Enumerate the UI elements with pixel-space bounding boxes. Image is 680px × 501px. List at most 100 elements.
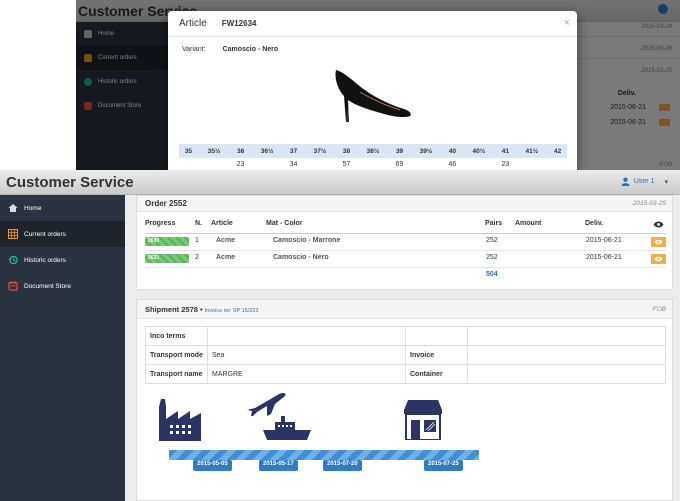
shipment-details-table: Inco terms Transport mode Sea Invoice Tr… (145, 326, 666, 384)
quantity-cell: 69 (395, 160, 404, 168)
table-row[interactable]: 2630 1 Acme Camoscio - Marrone 252 2015-… (145, 234, 666, 250)
quantity-cell: 34 (289, 160, 298, 168)
col-n: N. (195, 220, 202, 227)
main-content: Order 2552 2015-03-25 Progress N. Articl… (125, 195, 680, 501)
inco-terms-label: Inco terms (145, 326, 208, 346)
chevron-down-icon: ▾ (664, 178, 668, 186)
document-icon (8, 281, 18, 291)
col-pairs: Pairs (485, 220, 503, 227)
user-menu[interactable]: User 1 ▾ (621, 177, 668, 186)
table-row[interactable]: 2631 2 Acme Camoscio - Nero 252 2015-06-… (145, 251, 666, 267)
order-panel: Order 2552 2015-03-25 Progress N. Articl… (136, 195, 673, 290)
timeline-date: 2015-05-17 (259, 460, 298, 471)
size-cell: 38 (336, 144, 357, 158)
empty-cell (405, 326, 468, 346)
transport-name-label: Transport name (145, 364, 208, 384)
view-button[interactable] (651, 254, 666, 264)
sidebar-item-label: Current orders (24, 230, 66, 238)
col-progress: Progress (145, 220, 176, 227)
invoice-link[interactable]: Invoice no: SP 15/223 (205, 308, 259, 314)
row-deliv: 2015-06-21 (586, 254, 622, 261)
order-panel-header: Order 2552 2015-03-25 (137, 196, 672, 212)
timeline-date: 2015-07-20 (323, 460, 362, 471)
sidebar-item-label: Document Store (24, 282, 71, 290)
size-cell: 42 (548, 144, 567, 158)
sidebar-item-document-store[interactable]: Document Store (0, 273, 125, 299)
ship-icon (263, 416, 311, 440)
col-deliv: Deliv. (585, 220, 604, 227)
transport-name-value: MARGRE (207, 364, 406, 384)
progress-label: 2630 (148, 238, 160, 244)
size-cell: 40 (442, 144, 463, 158)
sidebar-item-label: Historic orders (24, 256, 66, 264)
size-cell: 38½ (356, 144, 390, 158)
shoe-image (335, 70, 411, 122)
details-row: Inco terms (145, 326, 666, 346)
size-grid: 35 35½ 36 36½ 37 37½ 38 38½ 39 39½ 40 40½ 41 41½ 42 23… (179, 144, 567, 170)
eye-icon (654, 256, 663, 262)
eye-icon (653, 221, 664, 228)
app-title: Customer Service (6, 174, 134, 191)
row-deliv: 2015-06-21 (586, 237, 622, 244)
details-row: Transport mode Sea Invoice (145, 345, 666, 365)
container-label: Container (405, 364, 468, 384)
transport-mode-label: Transport mode (145, 345, 208, 365)
shipment-panel-header: Shipment 2578 • Invoice no: SP 15/223 FOB (137, 300, 672, 319)
order-title: Order 2552 (145, 199, 187, 208)
quantity-cell: 57 (342, 160, 351, 168)
size-cell: 37½ (303, 144, 337, 158)
row-pairs: 252 (486, 254, 498, 261)
modal-title: Article (179, 18, 207, 29)
size-cell: 41 (495, 144, 516, 158)
shipment-title-row: Shipment 2578 • Invoice no: SP 15/223 (145, 305, 258, 314)
quantity-cell (251, 158, 284, 170)
bullet: • (200, 305, 203, 314)
progress-label: 2631 (148, 255, 160, 261)
inco-terms-value (207, 326, 406, 346)
quantity-cell (357, 158, 390, 170)
grid-icon (8, 229, 18, 239)
size-cell: 39 (389, 144, 410, 158)
transport-mode-value: Sea (207, 345, 406, 365)
store-icon (404, 400, 442, 440)
order-date: 2015-03-25 (632, 200, 666, 207)
variant-label: Variant: (182, 46, 206, 53)
row-pairs: 252 (486, 237, 498, 244)
close-icon[interactable]: × (564, 17, 570, 29)
screen: Customer Service Home Current orders His… (0, 0, 680, 501)
timeline-bar (169, 450, 479, 460)
view-button[interactable] (651, 237, 666, 247)
article-code: FW12634 (221, 19, 257, 28)
details-row: Transport name MARGRE Container (145, 364, 666, 384)
shipment-panel: Shipment 2578 • Invoice no: SP 15/223 FOB… (136, 299, 673, 501)
size-cell: 40½ (462, 144, 496, 158)
history-icon (8, 255, 18, 265)
sidebar-item-current-orders[interactable]: Current orders (0, 221, 125, 247)
quantity-cell (179, 158, 198, 170)
inco-terms-badge: FOB (652, 306, 666, 313)
article-modal: Article FW12634 × Variant: Camoscio - Ne… (168, 11, 577, 170)
sidebar-item-historic-orders[interactable]: Historic orders (0, 247, 125, 273)
user-name: User 1 (633, 178, 655, 185)
progress-bar: 2630 (145, 237, 189, 246)
row-mat-color: Camoscio - Nero (273, 254, 329, 261)
quantity-cell (548, 158, 567, 170)
quantity-cell (198, 158, 231, 170)
shipment-timeline: 2015-05-05 2015-05-17 2015-07-20 2015-07… (159, 392, 487, 474)
timeline-date: 2015-07-25 (424, 460, 463, 471)
eye-icon (654, 239, 663, 245)
row-article: Acme (216, 254, 236, 261)
airplane-icon (247, 392, 286, 416)
sidebar-item-label: Home (24, 204, 42, 212)
size-cell: 35½ (197, 144, 231, 158)
total-pairs: 504 (486, 271, 498, 278)
quantity-cell (462, 158, 495, 170)
app-header: Customer Service User 1 ▾ (0, 170, 680, 195)
size-cell: 37 (283, 144, 304, 158)
sidebar-item-home[interactable]: Home (0, 195, 125, 221)
timeline-date: 2015-05-05 (193, 460, 232, 471)
col-mat-color: Mat - Color (266, 220, 303, 227)
row-divider (145, 267, 666, 268)
quantity-cell (304, 158, 337, 170)
sidebar: Home Current orders Historic orders Docu… (0, 195, 125, 501)
